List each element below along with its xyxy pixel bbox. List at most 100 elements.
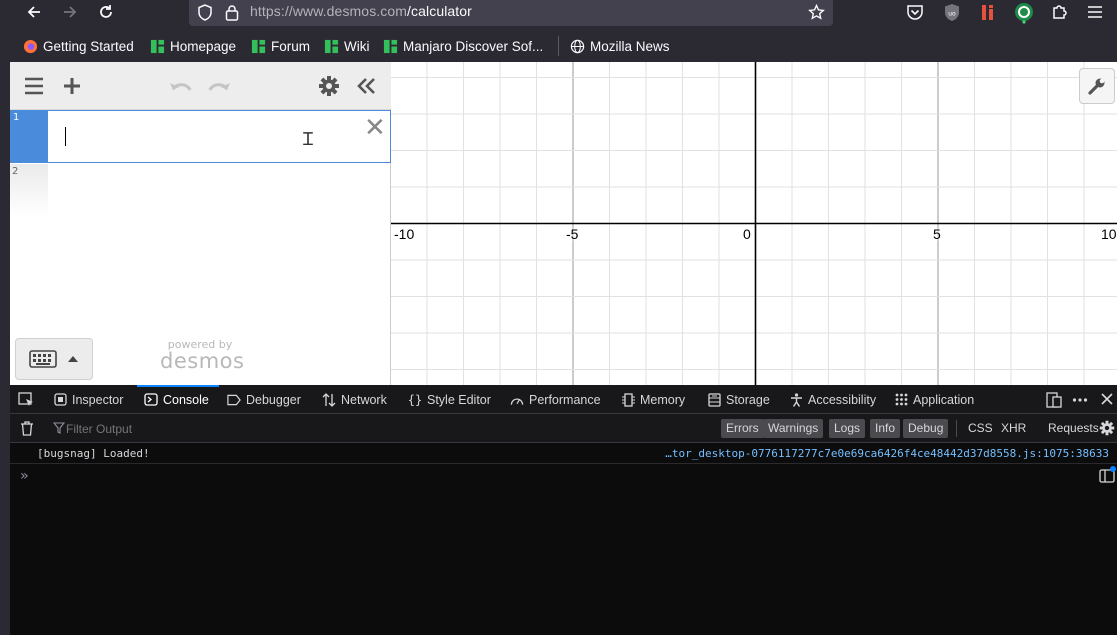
- main-menu-icon[interactable]: [22, 74, 46, 98]
- tab-accessibility[interactable]: Accessibility: [789, 385, 876, 414]
- url-text[interactable]: https://www.desmos.com/calculator: [250, 3, 472, 19]
- expression-row-number: 1: [13, 112, 20, 123]
- extension-green-icon[interactable]: [1014, 2, 1034, 24]
- console-filter-bar: Errors Warnings Logs Info Debug CSS XHR …: [10, 414, 1117, 443]
- browser-toolbar: https://www.desmos.com/calculator uo: [0, 0, 1117, 29]
- devtools-panel: Inspector Console Debugger Network {} St…: [10, 385, 1117, 635]
- extension-red-icon[interactable]: [980, 3, 996, 22]
- filter-debug-toggle[interactable]: Debug: [903, 419, 949, 438]
- bookmark-star-icon[interactable]: [808, 4, 825, 21]
- console-settings-gear-icon[interactable]: [1099, 420, 1115, 436]
- text-cursor: [65, 127, 66, 146]
- expression-row-tab[interactable]: 1: [11, 111, 48, 162]
- manjaro-icon: [324, 39, 339, 53]
- extensions-puzzle-icon[interactable]: [1051, 3, 1069, 21]
- powered-by-desmos[interactable]: powered by desmos: [160, 338, 245, 373]
- bookmark-getting-started[interactable]: Getting Started: [23, 37, 134, 55]
- bookmark-manjaro-discover[interactable]: Manjaro Discover Sof...: [383, 37, 543, 55]
- filter-requests-toggle[interactable]: Requests: [1043, 419, 1104, 438]
- tab-performance[interactable]: Performance: [510, 385, 601, 414]
- tab-label: Console: [163, 392, 209, 407]
- expression-row-number: 2: [12, 166, 19, 177]
- filter-css-toggle[interactable]: CSS: [963, 419, 998, 438]
- filter-output-input[interactable]: [66, 419, 286, 438]
- mouse-ibeam-cursor: Ɪ: [303, 129, 314, 150]
- tab-label: Memory: [640, 392, 686, 407]
- tracking-shield-icon[interactable]: [197, 4, 213, 21]
- url-path: /calculator: [407, 3, 472, 19]
- keypad-toggle-button[interactable]: [15, 338, 93, 380]
- bookmark-label: Manjaro Discover Sof...: [403, 38, 544, 54]
- bookmark-wiki[interactable]: Wiki: [324, 37, 370, 55]
- page-content: 1 Ɪ ✕ 2 powered by desmos -10 -5 0 5 10: [10, 62, 1117, 385]
- tab-label: Performance: [529, 392, 601, 407]
- console-message-source-link[interactable]: …tor_desktop-0776117277c7e0e69ca6426f4ce…: [665, 447, 1109, 460]
- desmos-logo: desmos: [160, 349, 245, 373]
- lock-icon[interactable]: [225, 4, 239, 21]
- bookmark-homepage[interactable]: Homepage: [150, 37, 236, 55]
- tab-application[interactable]: Application: [894, 385, 974, 414]
- filter-info-toggle[interactable]: Info: [870, 419, 901, 438]
- tab-memory[interactable]: Memory: [621, 385, 685, 414]
- filter-funnel-icon: [53, 422, 65, 434]
- bookmark-label: Getting Started: [43, 38, 134, 54]
- application-icon: [894, 393, 908, 407]
- more-options-icon[interactable]: [1072, 392, 1088, 408]
- expression-row-1[interactable]: 1 Ɪ ✕: [10, 110, 391, 163]
- tab-console[interactable]: Console: [137, 385, 219, 414]
- tab-label: Debugger: [246, 392, 301, 407]
- network-icon: [322, 392, 336, 407]
- menu-hamburger-icon[interactable]: [1087, 5, 1103, 19]
- tab-label: Storage: [726, 392, 770, 407]
- redo-icon[interactable]: [207, 74, 231, 98]
- performance-icon: [510, 393, 524, 407]
- x-tick-label: -5: [566, 226, 579, 242]
- tab-network[interactable]: Network: [322, 385, 387, 414]
- url-host: https://www.desmos.com: [250, 3, 408, 19]
- url-bar[interactable]: https://www.desmos.com/calculator: [189, 0, 833, 26]
- tab-label: Inspector: [72, 392, 124, 407]
- expression-toolbar: [10, 62, 391, 110]
- bookmark-label: Homepage: [170, 38, 237, 54]
- sidebar-gap: [0, 62, 10, 635]
- tab-style-editor[interactable]: {} Style Editor: [408, 385, 491, 414]
- devtools-tabbar: Inspector Console Debugger Network {} St…: [10, 385, 1117, 414]
- console-message: [bugsnag] Loaded! …tor_desktop-077611727…: [10, 443, 1117, 464]
- responsive-design-icon[interactable]: [1046, 392, 1062, 408]
- collapse-panel-icon[interactable]: [355, 74, 379, 98]
- tab-inspector[interactable]: Inspector: [53, 385, 123, 414]
- filter-warnings-toggle[interactable]: Warnings: [763, 419, 824, 438]
- tab-label: Network: [341, 392, 387, 407]
- close-devtools-icon[interactable]: [1100, 392, 1114, 406]
- filter-xhr-toggle[interactable]: XHR: [996, 419, 1031, 438]
- bookmark-label: Forum: [271, 38, 311, 54]
- graph-paper[interactable]: -10 -5 0 5 10: [391, 62, 1117, 385]
- filter-errors-toggle[interactable]: Errors: [721, 419, 764, 438]
- clear-console-trash-icon[interactable]: [20, 421, 34, 436]
- expression-row-2[interactable]: 2: [10, 164, 391, 216]
- tab-debugger[interactable]: Debugger: [227, 385, 301, 414]
- delete-expression-icon[interactable]: ✕: [364, 115, 386, 141]
- console-icon: [144, 393, 158, 407]
- expression-row-tab[interactable]: 2: [10, 164, 48, 216]
- console-input-prompt[interactable]: »: [20, 468, 28, 484]
- element-picker-icon[interactable]: [18, 392, 34, 408]
- pocket-icon[interactable]: [906, 4, 924, 21]
- filter-logs-toggle[interactable]: Logs: [829, 419, 866, 438]
- undo-icon[interactable]: [169, 74, 193, 98]
- style-editor-icon: {}: [407, 392, 423, 407]
- bookmark-forum[interactable]: Forum: [251, 37, 310, 55]
- firefox-icon: [23, 39, 38, 53]
- x-tick-label: -10: [394, 226, 415, 242]
- bookmark-mozilla-news[interactable]: Mozilla News: [570, 37, 670, 55]
- forward-icon[interactable]: [57, 1, 83, 23]
- back-icon[interactable]: [21, 1, 47, 23]
- add-item-icon[interactable]: [60, 74, 84, 98]
- reload-icon[interactable]: [93, 1, 119, 23]
- tab-storage[interactable]: Storage: [707, 385, 770, 414]
- ublock-extension-icon[interactable]: uo: [943, 3, 961, 22]
- graph-grid: [391, 62, 1117, 385]
- filter-separator: [956, 420, 957, 437]
- graph-settings-wrench-icon[interactable]: [1079, 68, 1115, 104]
- settings-gear-icon[interactable]: [317, 74, 341, 98]
